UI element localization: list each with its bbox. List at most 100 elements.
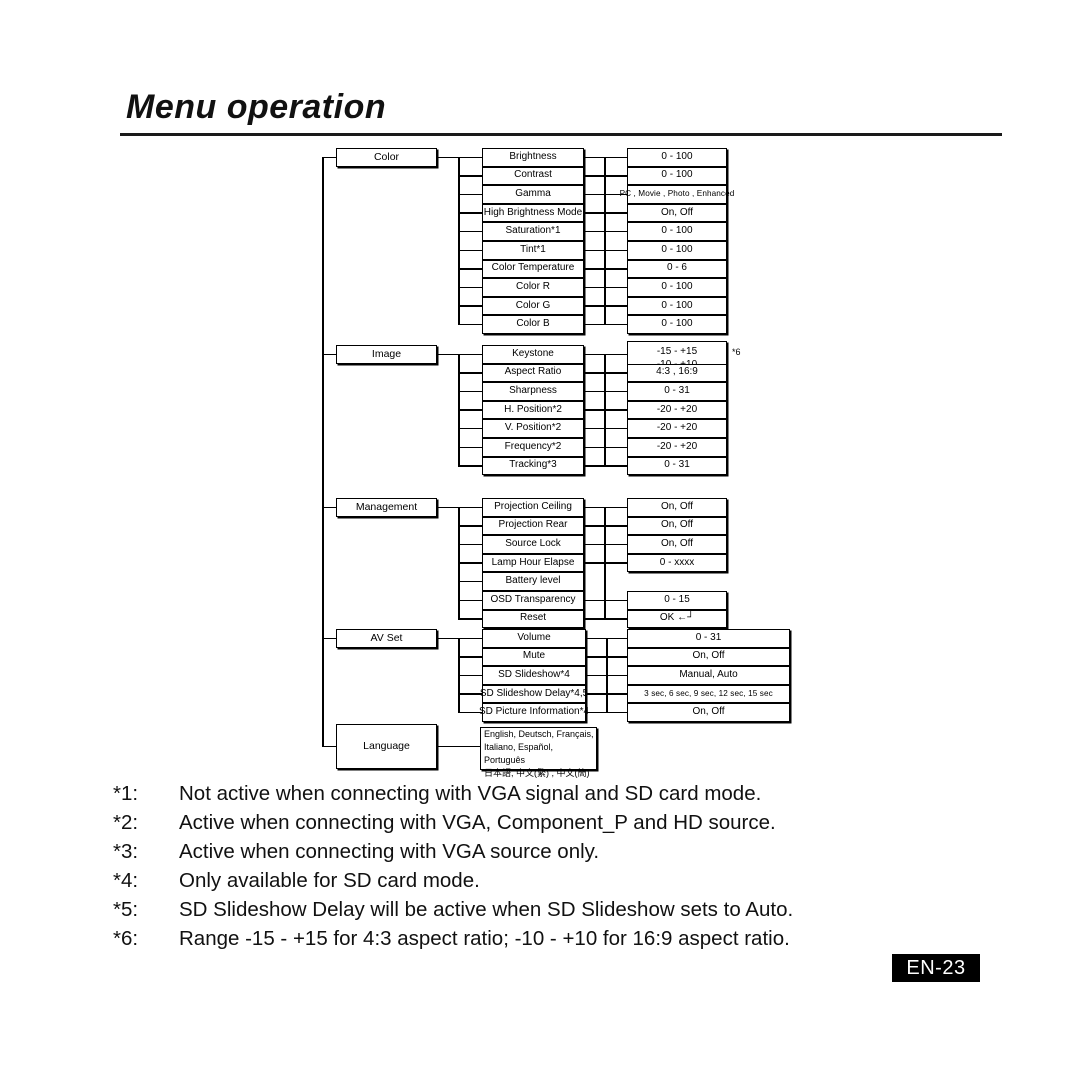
menu-group-management[interactable]: Management — [336, 498, 437, 517]
menu-item[interactable]: Lamp Hour Elapse — [482, 553, 584, 573]
menu-item[interactable]: SD Slideshow*4 — [482, 666, 586, 685]
menu-item[interactable]: Reset — [482, 609, 584, 629]
menu-item-label: Reset — [519, 612, 547, 624]
menu-item-label: Aspect Ratio — [504, 366, 562, 378]
language-options-box[interactable]: English, Deutsch, Français, Italiano, Esp… — [480, 727, 597, 778]
menu-item-value: OK ←┘ — [627, 609, 727, 629]
menu-item-label: Contrast — [514, 169, 552, 181]
menu-item-value-text: 0 - 100 — [661, 318, 693, 330]
menu-item-label: Tint*1 — [520, 243, 546, 255]
menu-item-label: Frequency*2 — [504, 440, 562, 452]
menu-item-value: -20 - +20 — [627, 438, 727, 457]
menu-item-label: Color G — [515, 299, 551, 311]
menu-item[interactable]: Mute — [482, 647, 586, 667]
menu-item-value-text: On, Off — [660, 500, 694, 512]
menu-item-value: -20 - +20 — [627, 400, 727, 420]
menu-item[interactable]: Tint*1 — [482, 241, 584, 260]
menu-item-value: 0 - 100 — [627, 315, 727, 334]
menu-item-value-text: 0 - xxxx — [659, 556, 695, 568]
menu-item-value: 0 - 100 — [627, 278, 727, 297]
menu-item-value: On, Off — [627, 647, 790, 667]
footnote-text: Active when connecting with VGA source o… — [179, 840, 600, 863]
menu-item-value: 0 - xxxx — [627, 553, 727, 573]
language-options-line: English, Deutsch, Français, — [484, 729, 594, 739]
menu-item-value: 0 - 100 — [627, 241, 727, 260]
menu-item-label: High Brightness Mode — [483, 206, 583, 218]
menu-item-value-text: 0 - 100 — [661, 169, 693, 181]
menu-group-label: AV Set — [370, 631, 403, 644]
menu-item[interactable]: SD Picture Information*4 — [478, 703, 590, 722]
menu-item[interactable]: Gamma — [482, 185, 584, 204]
menu-item-value: 0 - 100 — [627, 148, 727, 167]
menu-item-value-text: 0 - 100 — [661, 225, 693, 237]
footnote-key: *2: — [113, 811, 139, 834]
menu-item-value-text: On, Off — [660, 538, 694, 550]
menu-item-label: OSD Transparency — [490, 593, 576, 605]
footnote-row: *5: SD Slideshow Delay will be active whe… — [113, 895, 993, 924]
menu-item[interactable]: Projection Ceiling — [482, 498, 584, 517]
menu-item[interactable]: High Brightness Mode — [482, 203, 584, 223]
menu-item-label: Color B — [516, 318, 550, 330]
menu-item[interactable]: OSD Transparency — [482, 591, 584, 610]
menu-item-value-text: On, Off — [692, 650, 725, 662]
menu-item-value: 0 - 15 — [627, 591, 727, 610]
menu-group-language[interactable]: Language — [336, 724, 437, 769]
menu-item[interactable]: Source Lock — [482, 535, 584, 554]
menu-item-value-text: 0 - 100 — [661, 243, 693, 255]
menu-item[interactable]: Color B — [482, 315, 584, 334]
menu-item-label: Color Temperature — [491, 262, 575, 274]
menu-item-label: V. Position*2 — [504, 422, 562, 434]
menu-item-value-text: 0 - 6 — [666, 262, 687, 274]
menu-item-value: 0 - 6 — [627, 259, 727, 279]
menu-item-value: Manual, Auto — [627, 666, 790, 685]
menu-item[interactable]: Sharpness — [482, 382, 584, 401]
menu-item-value: 0 - 31 — [627, 629, 790, 648]
menu-item-label: Projection Ceiling — [494, 500, 572, 512]
menu-item[interactable]: Contrast — [482, 166, 584, 186]
menu-item-value-text: Manual, Auto — [679, 669, 738, 681]
menu-item[interactable]: Color R — [482, 278, 584, 297]
menu-item-label: Projection Rear — [498, 519, 568, 531]
menu-item[interactable]: Keystone — [482, 345, 584, 364]
footnote-text: Range -15 - +15 for 4:3 aspect ratio; -1… — [179, 927, 790, 950]
menu-item[interactable]: Volume — [482, 629, 586, 648]
menu-item-value-text: 0 - 15 — [664, 593, 690, 605]
footnotes-list: *1: Not active when connecting with VGA s… — [113, 779, 993, 953]
footnote-key: *4: — [113, 869, 139, 892]
menu-item-label: H. Position*2 — [504, 403, 562, 415]
menu-item-label: Tracking*3 — [509, 459, 557, 471]
menu-item-label: SD Slideshow Delay*4,5 — [479, 687, 589, 699]
menu-item[interactable]: Aspect Ratio — [482, 363, 584, 383]
footnote-text: Only available for SD card mode. — [179, 869, 480, 892]
menu-group-av-set[interactable]: AV Set — [336, 629, 437, 648]
menu-item-label: Saturation*1 — [505, 225, 561, 237]
menu-item-label: Mute — [522, 650, 546, 662]
menu-item[interactable]: V. Position*2 — [482, 419, 584, 438]
menu-group-image[interactable]: Image — [336, 345, 437, 364]
menu-item[interactable]: Projection Rear — [482, 516, 584, 536]
menu-item-value: On, Off — [627, 498, 727, 517]
menu-item-label: SD Slideshow*4 — [498, 669, 570, 681]
menu-item-label: Keystone — [512, 347, 554, 359]
page-number-badge: EN-23 — [892, 954, 980, 982]
menu-item-label: SD Picture Information*4 — [478, 706, 590, 718]
menu-item[interactable]: Tracking*3 — [482, 456, 584, 476]
menu-item[interactable]: H. Position*2 — [482, 400, 584, 420]
menu-item-value-text: On, Off — [660, 206, 694, 218]
menu-item[interactable]: Color Temperature — [482, 259, 584, 279]
menu-item-value-text: 0 - 100 — [661, 281, 693, 293]
menu-item[interactable]: SD Slideshow Delay*4,5 — [479, 684, 589, 704]
menu-item-label: Volume — [517, 631, 551, 643]
menu-group-color[interactable]: Color — [336, 148, 437, 167]
menu-item-label: Lamp Hour Elapse — [491, 556, 575, 568]
menu-item[interactable]: Frequency*2 — [482, 438, 584, 457]
menu-item-value-text: 0 - 31 — [695, 631, 722, 643]
menu-item[interactable]: Brightness — [482, 148, 584, 167]
footnote-key: *5: — [113, 898, 139, 921]
menu-item-value-text: 0 - 31 — [664, 385, 690, 397]
menu-item-value-text: OK ←┘ — [659, 612, 695, 624]
menu-item[interactable]: Saturation*1 — [482, 222, 584, 241]
menu-item[interactable]: Battery level — [482, 572, 584, 591]
menu-item-label: Battery level — [505, 575, 561, 587]
menu-item[interactable]: Color G — [482, 296, 584, 316]
